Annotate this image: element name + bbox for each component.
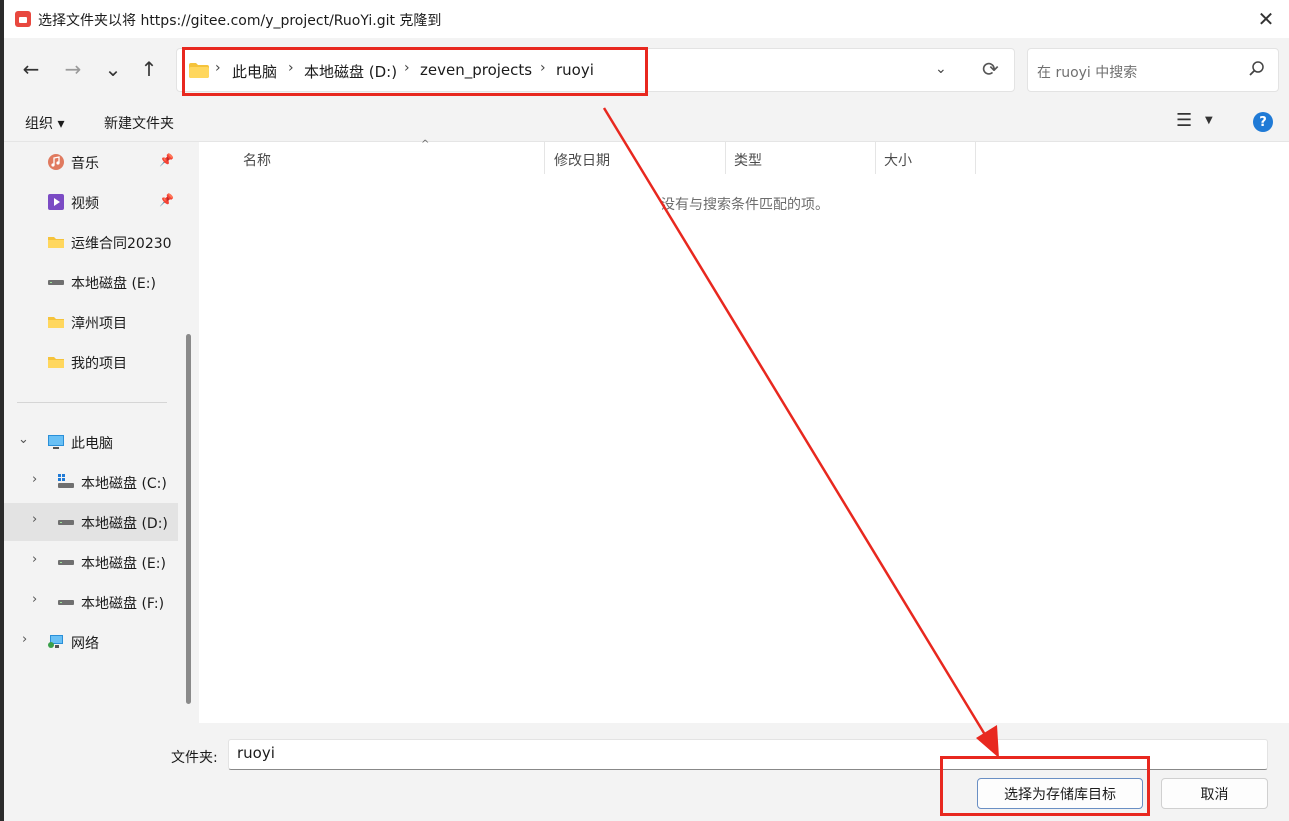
pin-icon: 📌 bbox=[159, 193, 174, 207]
music-icon bbox=[48, 154, 64, 170]
annotation-box-address bbox=[182, 47, 648, 96]
network-icon bbox=[48, 635, 63, 648]
chevron-down-icon: ⌄ bbox=[104, 57, 122, 81]
chevron-right-icon[interactable]: › bbox=[32, 592, 37, 607]
forward-arrow-icon: → bbox=[64, 57, 82, 81]
video-icon bbox=[48, 194, 64, 210]
drive-icon bbox=[58, 600, 74, 605]
sidebar-item-label: 本地磁盘 (E:) bbox=[81, 556, 166, 572]
app-icon bbox=[15, 11, 31, 27]
sidebar-item-videos[interactable]: 视频 📌 bbox=[4, 183, 178, 221]
chevron-right-icon[interactable]: › bbox=[32, 552, 37, 567]
back-arrow-icon: ← bbox=[22, 57, 40, 81]
sidebar-item-label: 音乐 bbox=[71, 156, 99, 172]
column-header-label: 修改日期 bbox=[554, 153, 610, 169]
command-bar: 组织 ▾ 新建文件夹 ☰ ▼ ? bbox=[4, 102, 1289, 142]
title-bar: 选择文件夹以将 https://gitee.com/y_project/RuoY… bbox=[4, 0, 1289, 38]
sidebar-item-label: 漳州项目 bbox=[71, 316, 127, 332]
sidebar-item-zhangzhou-folder[interactable]: 漳州项目 bbox=[4, 303, 178, 341]
search-input[interactable]: 在 ruoyi 中搜索 bbox=[1037, 62, 1137, 82]
windows-drive-icon bbox=[58, 474, 74, 488]
sidebar-item-label: 本地磁盘 (D:) bbox=[81, 516, 168, 532]
folder-icon bbox=[48, 237, 64, 248]
sort-ascending-icon: ^ bbox=[421, 139, 430, 150]
sidebar-item-drive-e[interactable]: › 本地磁盘 (E:) bbox=[4, 543, 178, 581]
cancel-button[interactable]: 取消 bbox=[1161, 778, 1268, 809]
column-header-name[interactable]: 名称 ^ bbox=[235, 139, 545, 174]
recent-locations-button[interactable]: ⌄ bbox=[98, 53, 128, 85]
sidebar-item-contract-folder[interactable]: 运维合同20230 bbox=[4, 223, 178, 261]
column-header-type[interactable]: 类型 bbox=[726, 142, 876, 174]
address-dropdown-icon[interactable]: ⌄ bbox=[935, 61, 947, 77]
pin-icon: 📌 bbox=[159, 153, 174, 167]
column-header-size[interactable]: 大小 bbox=[876, 142, 976, 174]
sidebar-item-drive-c[interactable]: › 本地磁盘 (C:) bbox=[4, 463, 178, 501]
navigation-pane: 音乐 📌 视频 📌 运维合同20230 本地磁盘 (E:) 漳州项目 我的项目 … bbox=[4, 142, 194, 723]
drive-icon bbox=[58, 560, 74, 565]
sidebar-item-drive-d[interactable]: › 本地磁盘 (D:) bbox=[4, 503, 178, 541]
column-header-label: 类型 bbox=[734, 153, 762, 169]
up-arrow-icon: ↑ bbox=[140, 57, 158, 81]
sidebar-item-drive-f[interactable]: › 本地磁盘 (F:) bbox=[4, 583, 178, 621]
back-button[interactable]: ← bbox=[16, 53, 46, 85]
empty-list-message: 没有与搜索条件匹配的项。 bbox=[661, 197, 829, 213]
close-button[interactable]: ✕ bbox=[1243, 0, 1289, 38]
sidebar-item-label: 本地磁盘 (E:) bbox=[71, 276, 156, 292]
search-icon[interactable] bbox=[1248, 60, 1266, 78]
sidebar-item-label: 视频 bbox=[71, 196, 99, 212]
folder-icon bbox=[48, 317, 64, 328]
refresh-icon[interactable]: ⟳ bbox=[982, 57, 999, 81]
sidebar-item-my-projects[interactable]: 我的项目 bbox=[4, 343, 178, 381]
chevron-right-icon[interactable]: › bbox=[22, 632, 27, 647]
folder-field-label: 文件夹: bbox=[171, 750, 218, 766]
sidebar-item-label: 本地磁盘 (C:) bbox=[81, 476, 167, 492]
organize-menu[interactable]: 组织 ▾ bbox=[25, 113, 64, 133]
folder-icon bbox=[48, 357, 64, 368]
sidebar-item-label: 我的项目 bbox=[71, 356, 127, 372]
new-folder-button[interactable]: 新建文件夹 bbox=[104, 113, 174, 133]
file-list: 名称 ^ 修改日期 类型 大小 没有与搜索条件匹配的项。 bbox=[199, 139, 1289, 723]
sidebar-item-label: 网络 bbox=[71, 636, 99, 652]
sidebar-item-network[interactable]: › 网络 bbox=[4, 623, 178, 661]
help-icon[interactable]: ? bbox=[1253, 112, 1273, 132]
sidebar-item-label: 运维合同20230 bbox=[71, 236, 172, 252]
column-header-label: 大小 bbox=[884, 153, 912, 169]
chevron-down-icon[interactable]: ⌄ bbox=[18, 432, 29, 447]
drive-icon bbox=[58, 520, 74, 525]
sidebar-item-label: 本地磁盘 (F:) bbox=[81, 596, 165, 612]
sidebar-item-music[interactable]: 音乐 📌 bbox=[4, 143, 178, 181]
sidebar-divider bbox=[17, 402, 167, 403]
column-header-label: 名称 bbox=[243, 153, 271, 169]
sidebar-item-drive-e-quick[interactable]: 本地磁盘 (E:) bbox=[4, 263, 178, 301]
window-title: 选择文件夹以将 https://gitee.com/y_project/RuoY… bbox=[38, 13, 442, 29]
sidebar-item-label: 此电脑 bbox=[71, 436, 113, 452]
view-dropdown-icon[interactable]: ▼ bbox=[1205, 115, 1213, 126]
up-button[interactable]: ↑ bbox=[134, 53, 164, 85]
chevron-right-icon[interactable]: › bbox=[32, 472, 37, 487]
forward-button[interactable]: → bbox=[58, 53, 88, 85]
folder-picker-dialog: 选择文件夹以将 https://gitee.com/y_project/RuoY… bbox=[4, 0, 1289, 821]
sidebar-scrollbar-thumb[interactable] bbox=[186, 334, 191, 704]
sidebar-item-this-pc[interactable]: ⌄ 此电脑 bbox=[4, 423, 178, 461]
drive-icon bbox=[48, 280, 64, 285]
chevron-right-icon[interactable]: › bbox=[32, 512, 37, 527]
column-header-date-modified[interactable]: 修改日期 bbox=[546, 142, 726, 174]
search-box[interactable]: 在 ruoyi 中搜索 bbox=[1027, 48, 1279, 92]
annotation-box-confirm bbox=[940, 756, 1150, 816]
computer-icon bbox=[48, 435, 64, 449]
view-options-icon[interactable]: ☰ bbox=[1176, 110, 1192, 131]
